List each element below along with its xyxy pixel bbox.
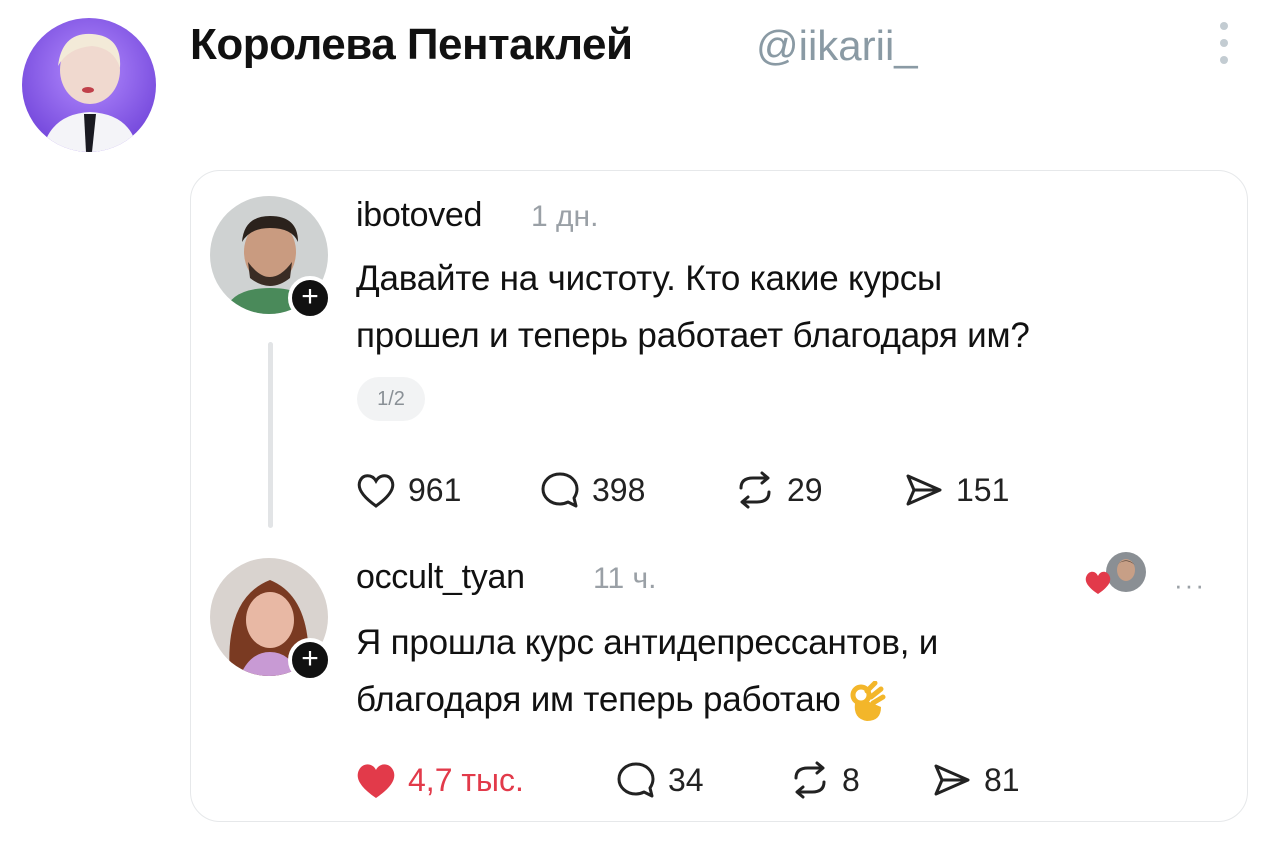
repost-icon (739, 471, 771, 509)
quoted-time: 1 дн. (531, 200, 599, 233)
quoted-share-count: 151 (956, 471, 1010, 508)
reply-repost-button[interactable]: 8 (788, 758, 860, 802)
reply-text-line-1: Я прошла курс антидепрессантов, и (356, 623, 939, 662)
send-icon (934, 764, 970, 796)
liked-by-author-indicator (1084, 550, 1148, 600)
reply-like-button[interactable]: 4,7 тыс. (354, 758, 524, 802)
quoted-like-count: 961 (408, 471, 462, 508)
quoted-reply-button[interactable]: 398 (538, 468, 645, 512)
reply-share-count: 81 (984, 761, 1020, 798)
author-name[interactable]: Королева Пентаклей (190, 20, 633, 70)
reply-share-button[interactable]: 81 (930, 758, 1020, 802)
send-icon (906, 474, 942, 506)
reply-repost-count: 8 (842, 761, 860, 798)
quoted-username[interactable]: ibotoved (356, 196, 482, 235)
quoted-reply-count: 398 (592, 471, 646, 508)
quoted-text-line-1: Давайте на чистоту. Кто какие курсы (356, 259, 942, 298)
quoted-share-button[interactable]: 151 (902, 468, 1009, 512)
author-avatar[interactable] (22, 18, 156, 152)
reply-text-line-2: благодаря им теперь работаю (356, 680, 841, 719)
follow-ibotoved-button[interactable]: + (288, 276, 332, 320)
thread-line (268, 342, 273, 528)
page-indicator: 1/2 (357, 377, 425, 421)
comment-icon (617, 762, 655, 798)
repost-icon (794, 761, 826, 799)
quoted-text-line-2: прошел и теперь работает благодаря им? (356, 316, 1030, 355)
ok-hand-emoji-icon (850, 680, 886, 721)
reply-reply-count: 34 (668, 761, 704, 798)
heart-filled-icon (357, 764, 395, 798)
reply-time: 11 ч. (593, 562, 657, 595)
reply-like-count: 4,7 тыс. (408, 761, 524, 798)
author-handle[interactable]: @iikarii_ (756, 22, 918, 70)
quoted-like-button[interactable]: 961 (354, 468, 461, 512)
reply-more-button[interactable]: ··· (1174, 570, 1206, 601)
follow-occult-tyan-button[interactable]: + (288, 638, 332, 682)
more-options-icon[interactable] (1214, 22, 1234, 70)
comment-icon (541, 472, 579, 508)
quoted-repost-button[interactable]: 29 (733, 468, 823, 512)
heart-icon (357, 474, 395, 508)
reply-username[interactable]: occult_tyan (356, 558, 525, 597)
reply-reply-button[interactable]: 34 (614, 758, 704, 802)
quoted-repost-count: 29 (787, 471, 823, 508)
